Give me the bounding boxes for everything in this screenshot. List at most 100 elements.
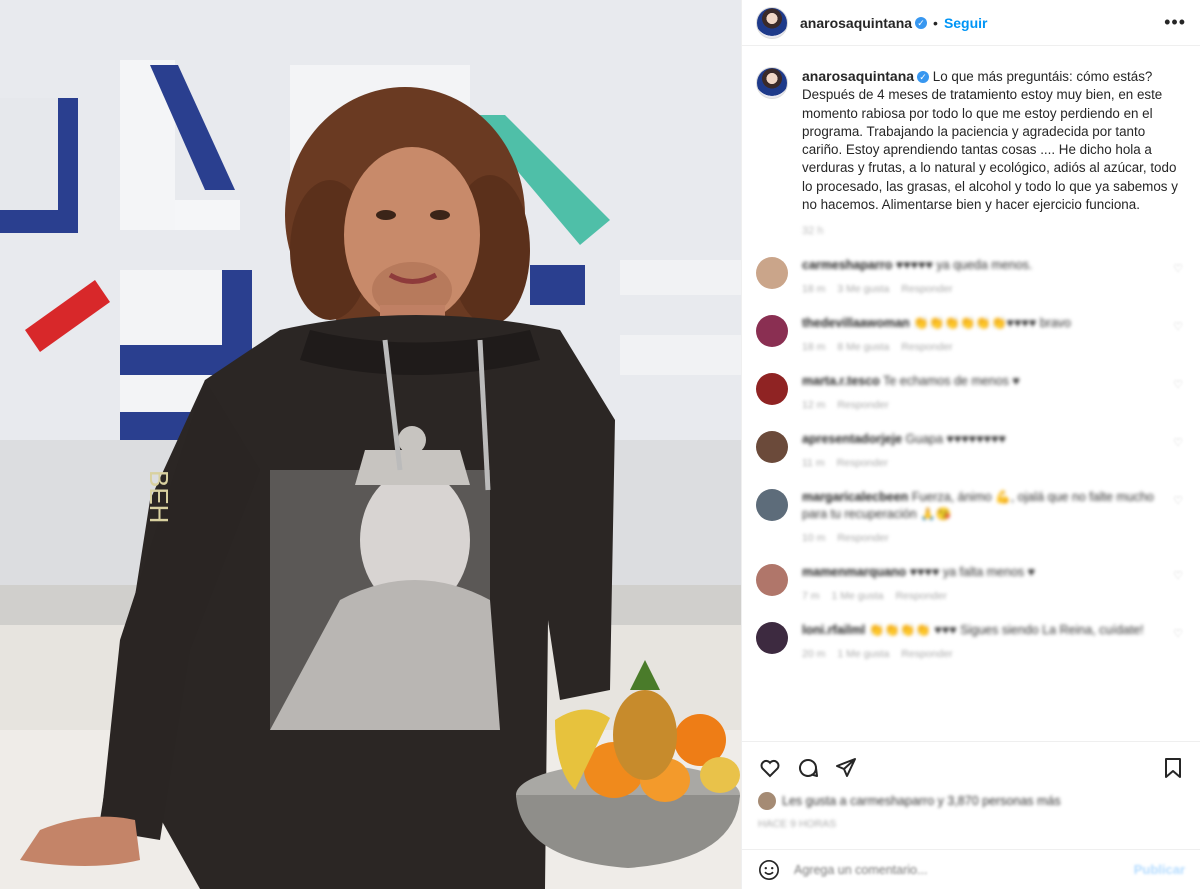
comment-like-heart-icon[interactable]: ♡ [1173, 262, 1183, 275]
comment-container: carmeshaparro ♥♥♥♥♥ ya queda menos. 18 m… [756, 257, 1187, 660]
author-username[interactable]: anarosaquintana [800, 15, 912, 31]
comment-meta: 7 m 1 Me gusta Responder [802, 590, 1162, 602]
publish-button[interactable]: Publicar [1134, 862, 1185, 877]
comment-like-heart-icon[interactable]: ♡ [1173, 494, 1183, 507]
caption: anarosaquintana ✓ Lo que más preguntáis: … [756, 67, 1187, 214]
commenter-avatar[interactable] [756, 257, 788, 290]
comment-text: Te echamos de menos ♥ [883, 374, 1020, 389]
post-side-panel: anarosaquintana ✓ • Seguir ••• anarosaqu… [741, 0, 1200, 889]
commenter-username[interactable]: carmeshaparro [802, 258, 892, 272]
caption-username[interactable]: anarosaquintana [802, 68, 914, 84]
comment-body: margaricalecbeen Fuerza, ánimo 💪, ojalá … [802, 489, 1162, 544]
comment-item: loni.rfailml 👏👏👏👏 ♥♥♥ Sigues siendo La R… [756, 622, 1187, 660]
commenter-avatar[interactable] [756, 373, 788, 406]
post-photo[interactable]: BEH [0, 0, 741, 889]
post-header: anarosaquintana ✓ • Seguir ••• [742, 0, 1200, 46]
commenter-avatar[interactable] [756, 564, 788, 597]
comment-like-heart-icon[interactable]: ♡ [1173, 378, 1183, 391]
comment-meta: 11 m Responder [802, 457, 1162, 469]
comment-text: Guapa ♥♥♥♥♥♥♥♥ [905, 432, 1006, 447]
reply-button[interactable]: Responder [901, 648, 952, 660]
comment-body: marta.r.tesco Te echamos de menos ♥ 12 m… [802, 373, 1162, 411]
likes-text: Les gusta a carmeshaparro y 3,870 person… [782, 794, 1061, 808]
comment-text-line: apresentadorjeje Guapa ♥♥♥♥♥♥♥♥ [802, 431, 1162, 448]
comment-meta-item[interactable]: 1 Me gusta [832, 590, 884, 602]
comment-meta-item: 7 m [802, 590, 820, 603]
reply-button[interactable]: Responder [837, 457, 888, 469]
commenter-avatar[interactable] [756, 315, 788, 348]
post-date: HACE 9 HORAS [758, 818, 837, 830]
follow-button[interactable]: Seguir [944, 15, 988, 31]
comment-meta: 18 m 3 Me gusta Responder [802, 283, 1162, 295]
comment-meta-item[interactable]: 1 Me gusta [837, 648, 889, 660]
reply-button[interactable]: Responder [901, 341, 952, 353]
action-bar: Les gusta a carmeshaparro y 3,870 person… [742, 741, 1200, 889]
comment-item: thedevillaawoman 👏👏👏👏👏👏♥♥♥♥ bravo 18 m 8 … [756, 315, 1187, 353]
comment-icon[interactable] [796, 756, 820, 780]
author-avatar[interactable] [756, 6, 788, 39]
comment-body: mamenmarquano ♥♥♥♥ ya falta menos ♥ 7 m 1… [802, 564, 1162, 602]
reply-button[interactable]: Responder [837, 399, 888, 411]
comment-text: 👏👏👏👏👏👏♥♥♥♥ bravo [913, 316, 1071, 331]
post-photo-illustration: BEH [0, 0, 741, 889]
commenter-avatar[interactable] [756, 431, 788, 464]
commenter-avatar[interactable] [756, 622, 788, 655]
comment-item: carmeshaparro ♥♥♥♥♥ ya queda menos. 18 m… [756, 257, 1187, 295]
comment-meta-item: 20 m [802, 648, 826, 661]
share-icon[interactable] [834, 756, 858, 780]
comment-text-line: loni.rfailml 👏👏👏👏 ♥♥♥ Sigues siendo La R… [802, 622, 1162, 639]
comment-text-line: thedevillaawoman 👏👏👏👏👏👏♥♥♥♥ bravo [802, 315, 1162, 332]
comment-item: margaricalecbeen Fuerza, ánimo 💪, ojalá … [756, 489, 1187, 544]
comment-meta-item: 10 m [802, 532, 826, 545]
comment-text-line: mamenmarquano ♥♥♥♥ ya falta menos ♥ [802, 564, 1162, 581]
author-info: anarosaquintana ✓ • Seguir [800, 15, 988, 31]
comments-list[interactable]: anarosaquintana ✓ Lo que más preguntáis: … [742, 47, 1200, 740]
header-separator: • [933, 14, 938, 31]
comment-item: mamenmarquano ♥♥♥♥ ya falta menos ♥ 7 m 1… [756, 564, 1187, 602]
caption-timestamp: 32 h [802, 225, 824, 238]
verified-badge-icon: ✓ [915, 16, 928, 29]
commenter-username[interactable]: apresentadorjeje [802, 432, 902, 446]
comment-like-heart-icon[interactable]: ♡ [1173, 569, 1183, 582]
comment-text: 👏👏👏👏 ♥♥♥ Sigues siendo La Reina, cuídate… [868, 623, 1144, 638]
comment-like-heart-icon[interactable]: ♡ [1173, 436, 1183, 449]
commenter-username[interactable]: thedevillaawoman [802, 316, 910, 330]
reply-button[interactable]: Responder [901, 283, 952, 295]
comment-meta: 10 m Responder [802, 532, 1162, 544]
more-options-icon[interactable]: ••• [1164, 12, 1186, 33]
comment-body: loni.rfailml 👏👏👏👏 ♥♥♥ Sigues siendo La R… [802, 622, 1162, 660]
reply-button[interactable]: Responder [837, 532, 888, 544]
comment-input[interactable] [794, 862, 1134, 877]
comment-meta: 18 m 8 Me gusta Responder [802, 341, 1162, 353]
comment-meta-item: 18 m [802, 341, 826, 354]
commenter-username[interactable]: loni.rfailml [802, 623, 865, 637]
comment-like-heart-icon[interactable]: ♡ [1173, 320, 1183, 333]
commenter-username[interactable]: marta.r.tesco [802, 374, 880, 388]
comment-text-line: margaricalecbeen Fuerza, ánimo 💪, ojalá … [802, 489, 1162, 523]
comment-meta: 20 m 1 Me gusta Responder [802, 648, 1162, 660]
emoji-icon[interactable] [758, 859, 780, 881]
comment-meta-item: 18 m [802, 283, 826, 296]
comment-meta-item[interactable]: 8 Me gusta [837, 341, 889, 353]
caption-text: Lo que más preguntáis: cómo estás? Despu… [802, 69, 1178, 213]
comment-text: ♥♥♥♥♥ ya queda menos. [895, 258, 1033, 273]
heart-icon[interactable] [758, 756, 782, 780]
bookmark-icon[interactable] [1161, 756, 1185, 780]
commenter-username[interactable]: mamenmarquano [802, 565, 906, 579]
comment-body: thedevillaawoman 👏👏👏👏👏👏♥♥♥♥ bravo 18 m 8 … [802, 315, 1162, 353]
commenter-username[interactable]: margaricalecbeen [802, 490, 908, 504]
comment-meta-item[interactable]: 3 Me gusta [837, 283, 889, 295]
comment-meta-item: 12 m [802, 399, 826, 412]
comment-text: ♥♥♥♥ ya falta menos ♥ [909, 565, 1036, 580]
liker-avatar [758, 792, 776, 810]
comment-meta: 12 m Responder [802, 399, 1162, 411]
comment-like-heart-icon[interactable]: ♡ [1173, 627, 1183, 640]
comment-meta-item: 11 m [802, 457, 825, 470]
comment-text-line: marta.r.tesco Te echamos de menos ♥ [802, 373, 1162, 390]
caption-avatar[interactable] [756, 67, 788, 99]
reply-button[interactable]: Responder [895, 590, 946, 602]
commenter-avatar[interactable] [756, 489, 788, 522]
likes-summary[interactable]: Les gusta a carmeshaparro y 3,870 person… [742, 780, 1200, 810]
verified-badge-icon: ✓ [917, 71, 930, 84]
svg-text:BEH: BEH [144, 470, 174, 523]
